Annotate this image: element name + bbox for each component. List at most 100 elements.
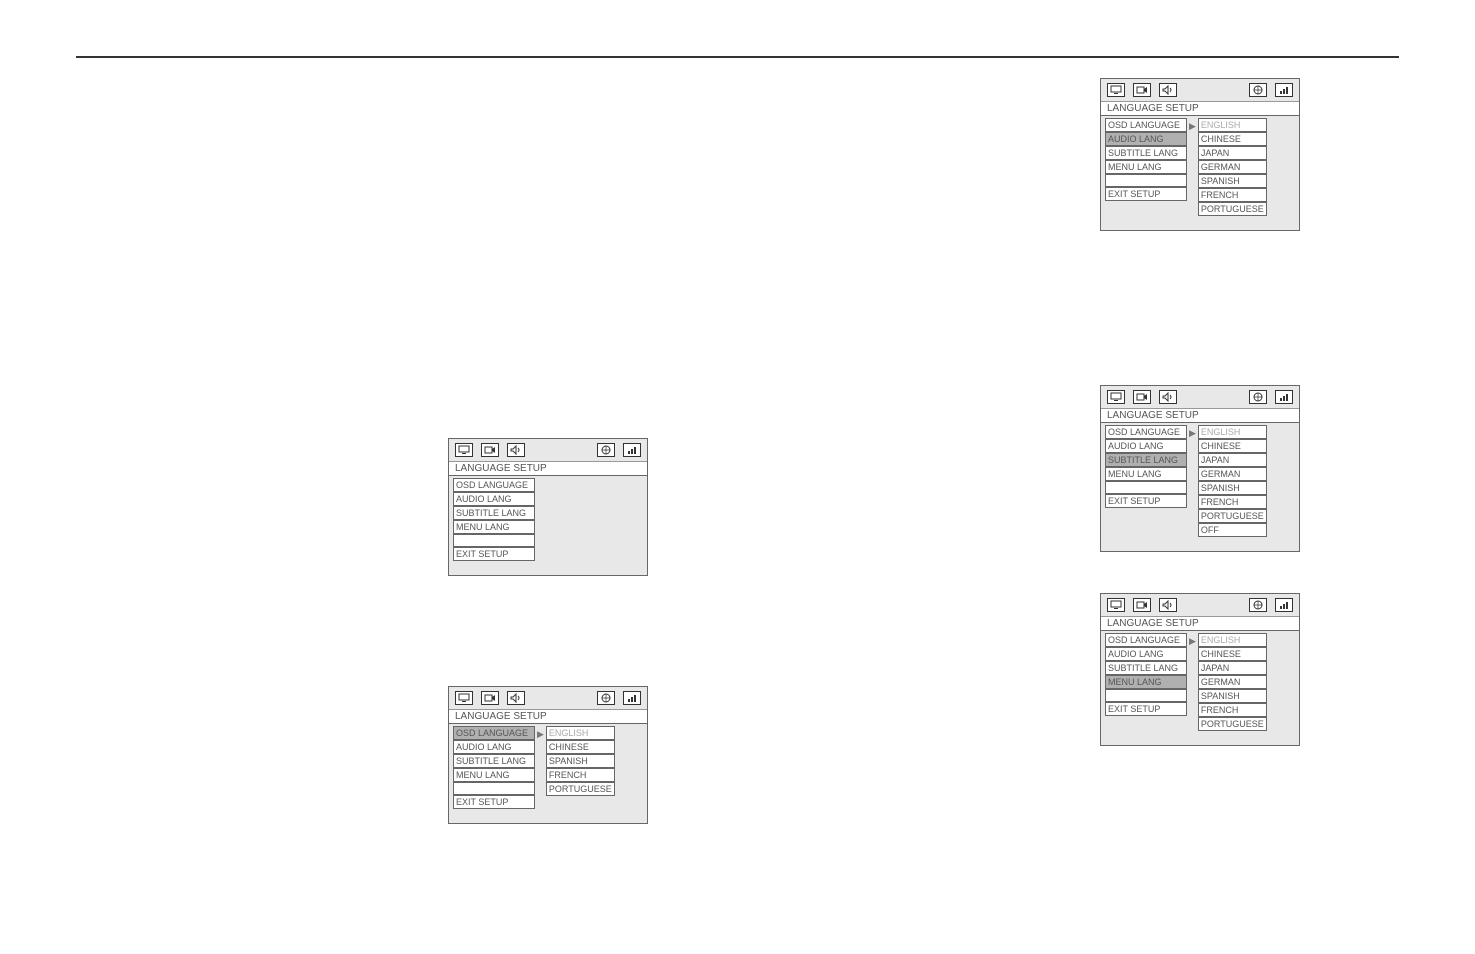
panel-title: LANGUAGE SETUP xyxy=(449,709,647,724)
icon-bar xyxy=(449,687,647,709)
monitor-icon[interactable] xyxy=(455,691,473,705)
menu-item-menu-lang[interactable]: MENU LANG xyxy=(453,768,535,782)
panel-title: LANGUAGE SETUP xyxy=(1101,408,1299,423)
menu-item-menu-lang[interactable]: MENU LANG xyxy=(1105,675,1187,689)
language-setup-panel-subtitle: LANGUAGE SETUP OSD LANGUAGEAUDIO LANGSUBT… xyxy=(1100,385,1300,552)
option-english[interactable]: ENGLISH xyxy=(546,726,615,740)
option-japan[interactable]: JAPAN xyxy=(1198,661,1267,675)
video-icon[interactable] xyxy=(1133,83,1151,97)
icon-bar xyxy=(1101,79,1299,101)
menu-item-audio-lang[interactable]: AUDIO LANG xyxy=(1105,132,1187,146)
speaker-icon[interactable] xyxy=(1159,390,1177,404)
menu-item-menu-lang[interactable]: MENU LANG xyxy=(1105,160,1187,174)
option-french[interactable]: FRENCH xyxy=(1198,495,1267,509)
language-setup-panel: LANGUAGE SETUPOSD LANGUAGEAUDIO LANGSUBT… xyxy=(448,438,648,576)
menu-item-audio-lang[interactable]: AUDIO LANG xyxy=(453,740,535,754)
option-french[interactable]: FRENCH xyxy=(1198,188,1267,202)
option-japan[interactable]: JAPAN xyxy=(1198,453,1267,467)
option-chinese[interactable]: CHINESE xyxy=(1198,132,1267,146)
bars-icon[interactable] xyxy=(1275,390,1293,404)
option-chinese[interactable]: CHINESE xyxy=(546,740,615,754)
bars-icon[interactable] xyxy=(1275,598,1293,612)
option-german[interactable]: GERMAN xyxy=(1198,675,1267,689)
option-chinese[interactable]: CHINESE xyxy=(1198,647,1267,661)
option-japan[interactable]: JAPAN xyxy=(1198,146,1267,160)
menu-item-subtitle-lang[interactable]: SUBTITLE LANG xyxy=(1105,146,1187,160)
monitor-icon[interactable] xyxy=(1107,83,1125,97)
arrow-icon: ▶ xyxy=(1189,635,1196,647)
arrow-icon: ▶ xyxy=(1189,427,1196,439)
bars-icon[interactable] xyxy=(623,691,641,705)
globe-icon[interactable] xyxy=(1249,390,1267,404)
menu-item-exit-setup[interactable]: EXIT SETUP xyxy=(1105,702,1187,716)
menu-item-subtitle-lang[interactable]: SUBTITLE LANG xyxy=(453,754,535,768)
globe-icon[interactable] xyxy=(597,691,615,705)
menu-item-osd-language[interactable]: OSD LANGUAGE xyxy=(1105,633,1187,647)
option-german[interactable]: GERMAN xyxy=(1198,467,1267,481)
option-off[interactable]: OFF xyxy=(1198,523,1267,537)
menu-item-exit-setup[interactable]: EXIT SETUP xyxy=(1105,494,1187,508)
monitor-icon[interactable] xyxy=(1107,598,1125,612)
menu-item-menu-lang[interactable]: MENU LANG xyxy=(453,520,535,534)
menu-item-osd-language[interactable]: OSD LANGUAGE xyxy=(453,726,535,740)
globe-icon[interactable] xyxy=(1249,83,1267,97)
option-portuguese[interactable]: PORTUGUESE xyxy=(546,782,615,796)
option-spanish[interactable]: SPANISH xyxy=(1198,689,1267,703)
language-setup-panel-osd: LANGUAGE SETUP OSD LANGUAGEAUDIO LANGSUBT… xyxy=(448,686,648,824)
option-german[interactable]: GERMAN xyxy=(1198,160,1267,174)
language-setup-panel-audio: LANGUAGE SETUP OSD LANGUAGEAUDIO LANGSUBT… xyxy=(1100,78,1300,231)
menu-item-osd-language[interactable]: OSD LANGUAGE xyxy=(1105,425,1187,439)
option-portuguese[interactable]: PORTUGUESE xyxy=(1198,202,1267,216)
divider xyxy=(76,56,1399,58)
option-chinese[interactable]: CHINESE xyxy=(1198,439,1267,453)
option-portuguese[interactable]: PORTUGUESE xyxy=(1198,717,1267,731)
video-icon[interactable] xyxy=(481,691,499,705)
menu-item-empty xyxy=(1105,174,1187,187)
menu-item-audio-lang[interactable]: AUDIO LANG xyxy=(453,492,535,506)
menu-item-exit-setup[interactable]: EXIT SETUP xyxy=(1105,187,1187,201)
option-french[interactable]: FRENCH xyxy=(1198,703,1267,717)
menu-item-subtitle-lang[interactable]: SUBTITLE LANG xyxy=(453,506,535,520)
option-portuguese[interactable]: PORTUGUESE xyxy=(1198,509,1267,523)
video-icon[interactable] xyxy=(1133,390,1151,404)
menu-item-audio-lang[interactable]: AUDIO LANG xyxy=(1105,647,1187,661)
menu-item-audio-lang[interactable]: AUDIO LANG xyxy=(1105,439,1187,453)
menu-item-menu-lang[interactable]: MENU LANG xyxy=(1105,467,1187,481)
menu-item-exit-setup[interactable]: EXIT SETUP xyxy=(453,547,535,561)
menu-item-osd-language[interactable]: OSD LANGUAGE xyxy=(453,478,535,492)
monitor-icon[interactable] xyxy=(455,443,473,457)
panel-title: LANGUAGE SETUP xyxy=(1101,616,1299,631)
video-icon[interactable] xyxy=(481,443,499,457)
menu-item-subtitle-lang[interactable]: SUBTITLE LANG xyxy=(1105,453,1187,467)
menu-item-osd-language[interactable]: OSD LANGUAGE xyxy=(1105,118,1187,132)
bars-icon[interactable] xyxy=(1275,83,1293,97)
icon-bar xyxy=(1101,386,1299,408)
menu-item-empty xyxy=(1105,689,1187,702)
monitor-icon[interactable] xyxy=(1107,390,1125,404)
option-english[interactable]: ENGLISH xyxy=(1198,118,1267,132)
globe-icon[interactable] xyxy=(597,443,615,457)
speaker-icon[interactable] xyxy=(507,691,525,705)
arrow-icon: ▶ xyxy=(1189,120,1196,132)
option-spanish[interactable]: SPANISH xyxy=(546,754,615,768)
speaker-icon[interactable] xyxy=(1159,598,1177,612)
option-english[interactable]: ENGLISH xyxy=(1198,425,1267,439)
option-english[interactable]: ENGLISH xyxy=(1198,633,1267,647)
speaker-icon[interactable] xyxy=(1159,83,1177,97)
menu-item-subtitle-lang[interactable]: SUBTITLE LANG xyxy=(1105,661,1187,675)
icon-bar xyxy=(449,439,647,461)
menu-item-empty xyxy=(453,782,535,795)
bars-icon[interactable] xyxy=(623,443,641,457)
option-spanish[interactable]: SPANISH xyxy=(1198,481,1267,495)
speaker-icon[interactable] xyxy=(507,443,525,457)
menu-item-exit-setup[interactable]: EXIT SETUP xyxy=(453,795,535,809)
panel-title: LANGUAGE SETUP xyxy=(1101,101,1299,116)
video-icon[interactable] xyxy=(1133,598,1151,612)
globe-icon[interactable] xyxy=(1249,598,1267,612)
option-french[interactable]: FRENCH xyxy=(546,768,615,782)
option-spanish[interactable]: SPANISH xyxy=(1198,174,1267,188)
menu-item-empty xyxy=(453,534,535,547)
icon-bar xyxy=(1101,594,1299,616)
menu-item-empty xyxy=(1105,481,1187,494)
arrow-icon: ▶ xyxy=(537,728,544,740)
